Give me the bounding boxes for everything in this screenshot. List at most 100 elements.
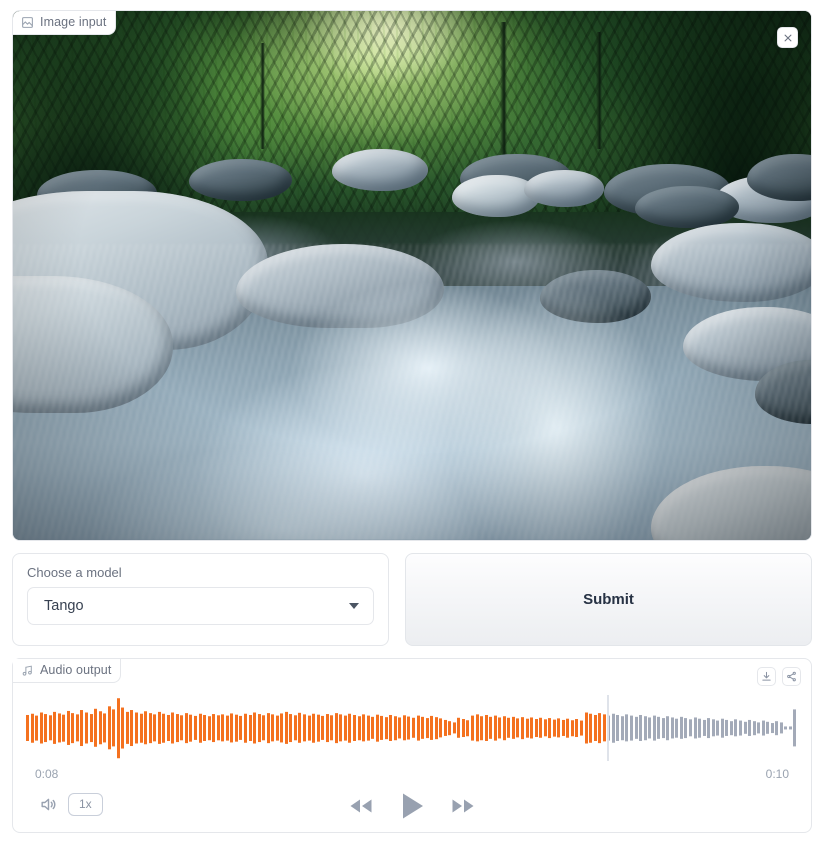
waveform-bar [225,715,229,741]
waveform-bar [498,717,502,739]
waveform-bar [702,719,706,737]
stream-photo [13,11,811,540]
waveform-bar [452,722,456,734]
waveform-bar [366,715,370,741]
rewind-icon[interactable] [348,796,374,816]
waveform-bar [293,715,297,741]
waveform-bar [684,718,688,738]
waveform-bar [657,716,661,740]
waveform-bar [266,713,270,743]
playhead-cursor[interactable] [607,695,610,761]
flowing-water [13,243,811,540]
waveform-bar [198,713,202,743]
waveform-bar [729,721,733,735]
waveform-bar [643,716,647,740]
waveform-bar [103,713,107,743]
image-preview[interactable] [13,11,811,540]
waveform-bar [752,721,756,735]
waveform-bar [144,711,148,745]
volume-icon[interactable] [39,795,58,814]
close-image-button[interactable] [777,27,798,48]
waveform-bar [625,714,629,742]
waveform-bar [321,715,325,741]
waveform-bar [239,715,243,741]
waveform-bar [53,711,57,745]
waveform-bar [148,713,152,743]
waveform-bar [116,698,120,758]
waveform-bar [412,717,415,739]
waveform-bar [725,719,729,737]
waveform-bar [634,716,638,740]
waveform-bar [243,713,247,743]
waveform-bar [748,719,752,737]
image-input-label-text: Image input [40,15,107,30]
waveform-bar [194,715,198,741]
waveform-bar [575,719,579,737]
waveform-bar [661,718,665,738]
waveform-bar [307,715,311,741]
waveform-bar [502,716,506,740]
waveform[interactable] [26,695,798,761]
waveform-bar [516,718,520,738]
waveform-bar [298,712,302,744]
waveform-bar [253,712,257,744]
download-button[interactable] [757,667,776,686]
model-selector-block: Choose a model Tango [12,553,389,646]
waveform-container[interactable] [26,695,798,761]
waveform-bar [139,713,143,743]
waveform-bar [784,726,788,730]
waveform-bar [543,719,547,737]
waveform-bar [71,713,75,743]
waveform-bar [80,710,84,746]
waveform-bar [557,718,561,738]
model-dropdown[interactable]: Tango [27,587,374,625]
waveform-bar [484,714,488,742]
waveform-bar [48,715,52,741]
waveform-bar [257,714,261,742]
total-time: 0:10 [765,767,789,781]
audio-output-block: Audio output 0:08 0:10 1x [12,658,812,833]
waveform-bar [720,718,724,738]
waveform-bar [548,718,552,738]
model-dropdown-value: Tango [44,598,84,614]
image-icon [21,16,34,29]
waveform-bar [580,720,584,736]
time-row: 0:08 0:10 [35,767,789,781]
waveform-bar [380,715,384,741]
waveform-bar [348,713,352,743]
waveform-bar [284,711,288,745]
waveform-bar [761,720,765,736]
waveform-bar [75,714,79,742]
waveform-bar [393,716,397,740]
waveform-bar [44,714,48,742]
waveform-bar [207,716,211,740]
music-note-icon [21,664,34,677]
waveform-bar [334,713,338,743]
waveform-bar [611,713,615,743]
waveform-bar [339,714,343,742]
play-icon[interactable] [398,791,426,821]
fast-forward-icon[interactable] [450,796,476,816]
waveform-bar [670,717,674,739]
waveform-bar [212,714,216,742]
waveform-bar [707,718,711,738]
waveform-bar [26,714,29,742]
waveform-bar [734,719,738,737]
waveform-bar [157,711,161,745]
submit-button[interactable]: Submit [405,553,812,646]
waveform-bar [629,715,633,741]
waveform-bar [639,714,643,742]
waveform-bar [89,714,93,742]
tree-trunk [499,21,507,160]
waveform-bar [620,716,624,740]
waveform-bar [371,716,375,740]
playback-controls: 1x [13,789,811,829]
waveform-bar [788,726,792,730]
waveform-bar [407,716,411,740]
waveform-bar [480,716,484,740]
share-button[interactable] [782,667,801,686]
playback-speed-button[interactable]: 1x [68,793,103,816]
waveform-bar [652,715,656,741]
waveform-bar [584,712,588,744]
waveform-bar [793,709,797,747]
